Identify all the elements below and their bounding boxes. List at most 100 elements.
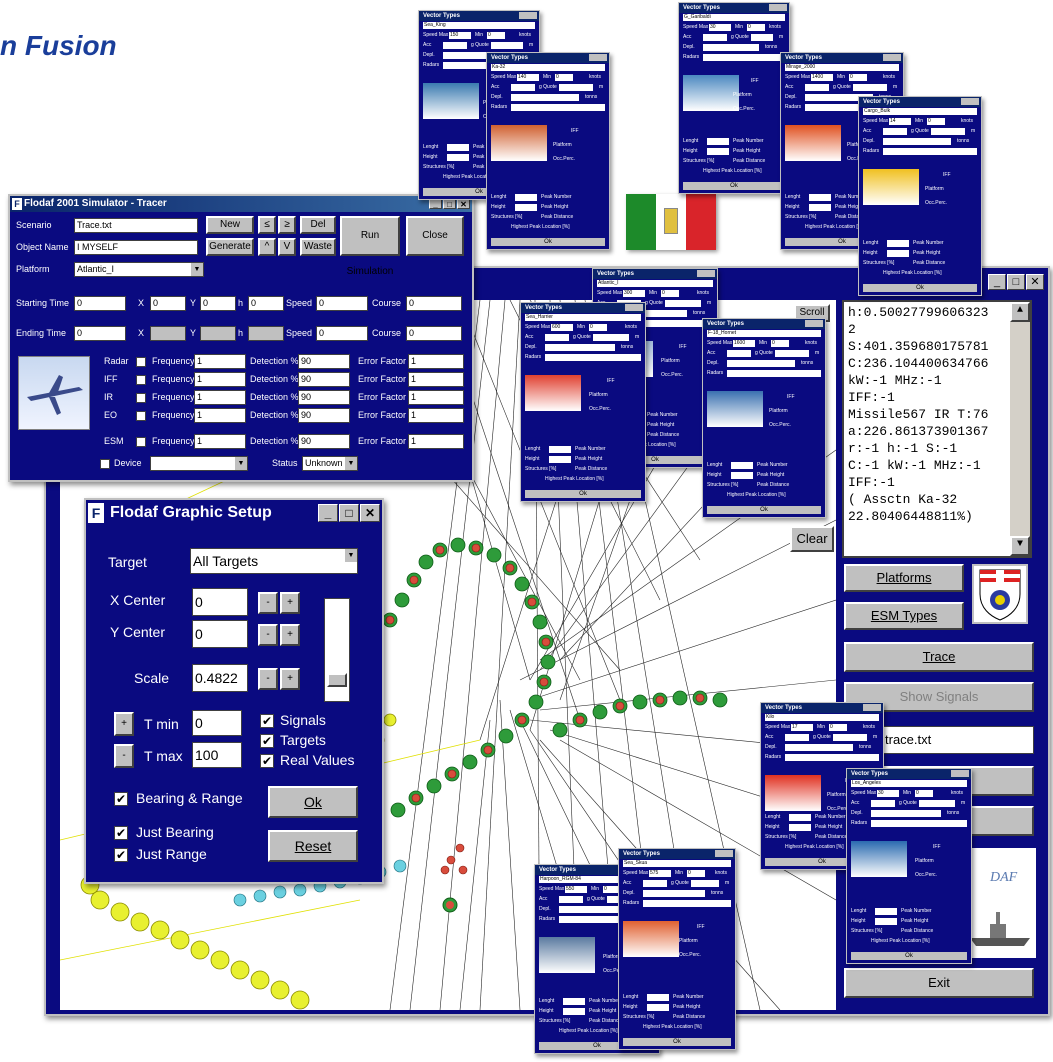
radars-input[interactable] (511, 104, 605, 111)
vector-titlebar[interactable]: Vector Types (703, 319, 825, 329)
vector-name-select[interactable]: Ka-32 (491, 64, 605, 71)
close-icon[interactable]: ✕ (360, 504, 380, 522)
trace-button[interactable]: Trace (844, 642, 1034, 672)
esm-frequency-input[interactable]: 1 (194, 434, 246, 449)
lenght-input[interactable] (647, 994, 669, 1001)
vector-ok-button[interactable]: Ok (851, 952, 967, 960)
esm-detection-input[interactable]: 90 (298, 434, 350, 449)
vector-titlebar[interactable]: Vector Types (521, 303, 645, 313)
ir-frequency-input[interactable]: 1 (194, 390, 246, 405)
vector-titlebar[interactable]: Vector Types (619, 849, 735, 859)
radars-input[interactable] (871, 820, 967, 827)
scenario-input[interactable]: Trace.txt (74, 218, 198, 233)
min-input[interactable]: 0 (555, 74, 573, 81)
height-input[interactable] (731, 472, 753, 479)
eo-frequency-checkbox[interactable] (136, 411, 146, 421)
close-icon[interactable]: ✕ (1026, 274, 1044, 290)
delete-button[interactable]: Del (300, 216, 336, 234)
lenght-input[interactable] (789, 814, 811, 821)
scroll-down-icon[interactable]: ▼ (1010, 536, 1030, 556)
x-center-plus-button[interactable]: + (280, 592, 300, 614)
min-input[interactable]: 0 (927, 118, 945, 125)
vector-titlebar[interactable]: Vector Types (761, 703, 883, 713)
end-speed-input[interactable]: 0 (316, 326, 368, 341)
up-button[interactable]: ^ (258, 238, 276, 256)
window-controls-icon[interactable] (805, 320, 823, 327)
quote-input[interactable] (491, 42, 523, 49)
height-input[interactable] (447, 154, 469, 161)
vector-name-select[interactable]: Cargo_Bulk (863, 108, 977, 115)
speed-max-input[interactable]: 550 (565, 886, 587, 893)
just-range-checkbox[interactable]: ✔ (114, 848, 128, 862)
min-input[interactable]: 0 (589, 324, 607, 331)
graphic-setup-titlebar[interactable]: F Flodaf Graphic Setup _ □ ✕ (86, 500, 382, 526)
esm-frequency-checkbox[interactable] (136, 437, 146, 447)
quote-input[interactable] (751, 34, 773, 41)
speed-max-input[interactable]: 14 (889, 118, 911, 125)
scroll-up-icon[interactable]: ▲ (1010, 302, 1030, 322)
window-controls-icon[interactable] (589, 54, 607, 61)
vector-name-select[interactable]: Kilo (765, 714, 879, 721)
start-speed-input[interactable]: 0 (316, 296, 368, 311)
speed-max-input[interactable]: 600 (551, 324, 573, 331)
down-button[interactable]: V (278, 238, 296, 256)
radars-input[interactable] (643, 900, 731, 907)
quote-input[interactable] (775, 350, 809, 357)
y-center-minus-button[interactable]: - (258, 624, 278, 646)
signals-checkbox[interactable]: ✔ (260, 714, 274, 728)
min-input[interactable]: 0 (487, 32, 505, 39)
tmax-minus-button[interactable]: - (114, 744, 134, 768)
quote-input[interactable] (833, 734, 867, 741)
window-controls-icon[interactable] (863, 704, 881, 711)
depl-input[interactable] (545, 344, 615, 351)
acc-input[interactable] (545, 334, 569, 341)
targets-checkbox[interactable]: ✔ (260, 734, 274, 748)
vector-name-select[interactable]: Sea_Harrier (525, 314, 641, 321)
x-center-input[interactable]: 0 (192, 588, 248, 616)
min-input[interactable]: 0 (687, 870, 705, 877)
device-checkbox[interactable] (100, 459, 110, 469)
lenght-input[interactable] (549, 446, 571, 453)
vector-titlebar[interactable]: Vector Types (593, 269, 717, 279)
quote-input[interactable] (853, 84, 887, 91)
reset-button[interactable]: Reset (268, 830, 358, 862)
minimize-icon[interactable]: _ (318, 504, 338, 522)
ir-detection-input[interactable]: 90 (298, 390, 350, 405)
platforms-button[interactable]: Platforms (844, 564, 964, 592)
trace-file-field[interactable]: trace.txt (882, 726, 1034, 754)
acc-input[interactable] (871, 800, 895, 807)
quote-input[interactable] (931, 128, 965, 135)
starting-time-input[interactable]: 0 (74, 296, 126, 311)
window-controls-icon[interactable] (625, 304, 643, 311)
new-button[interactable]: New (206, 216, 254, 234)
vector-ok-button[interactable]: Ok (525, 490, 641, 498)
min-input[interactable]: 0 (829, 724, 847, 731)
x-center-minus-button[interactable]: - (258, 592, 278, 614)
speed-max-input[interactable]: 1400 (811, 74, 833, 81)
exit-button[interactable]: Exit (844, 968, 1034, 998)
quote-input[interactable] (691, 880, 719, 887)
height-input[interactable] (707, 148, 729, 155)
radar-frequency-input[interactable]: 1 (194, 354, 246, 369)
vector-titlebar[interactable]: Vector Types (679, 3, 789, 13)
radars-input[interactable] (785, 754, 879, 761)
acc-input[interactable] (727, 350, 751, 357)
ending-time-input[interactable]: 0 (74, 326, 126, 341)
scale-plus-button[interactable]: + (280, 668, 300, 690)
lenght-input[interactable] (809, 194, 831, 201)
acc-input[interactable] (511, 84, 535, 91)
iff-frequency-checkbox[interactable] (136, 375, 146, 385)
acc-input[interactable] (643, 880, 667, 887)
depl-input[interactable] (703, 44, 759, 51)
acc-input[interactable] (703, 34, 727, 41)
y-center-input[interactable]: 0 (192, 620, 248, 648)
vector-ok-button[interactable]: Ok (683, 182, 785, 190)
waste-button[interactable]: Waste (300, 238, 336, 256)
eo-frequency-input[interactable]: 1 (194, 408, 246, 423)
vector-name-select[interactable]: Sea_King (423, 22, 535, 29)
scale-minus-button[interactable]: - (258, 668, 278, 690)
speed-max-input[interactable]: 30 (709, 24, 731, 31)
vector-titlebar[interactable]: Vector Types (487, 53, 609, 63)
log-scrollbar[interactable]: ▲ ▼ (1010, 302, 1030, 556)
speed-max-input[interactable]: 1600 (733, 340, 755, 347)
